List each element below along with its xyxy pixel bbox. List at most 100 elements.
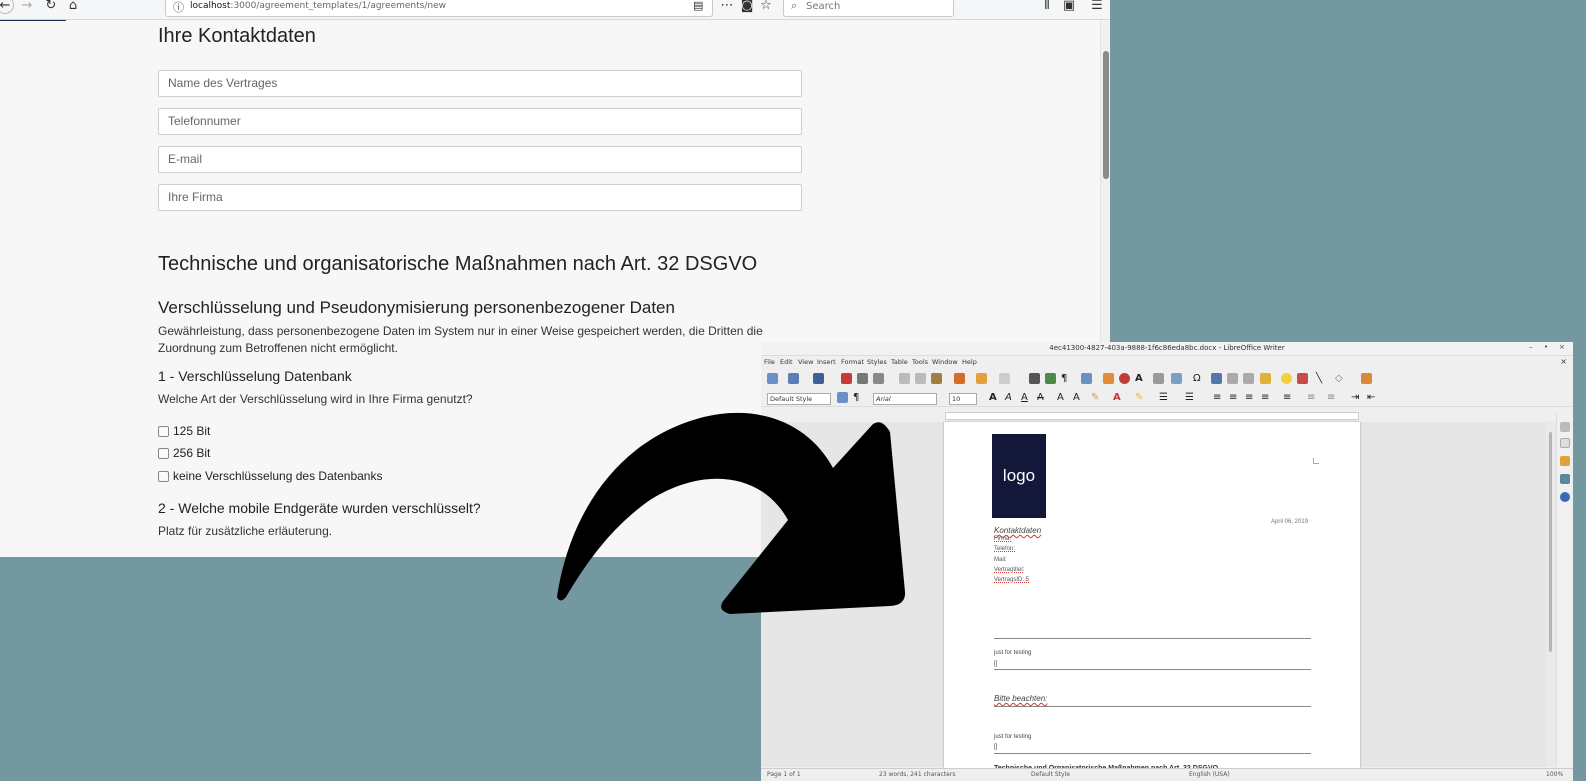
option-125-bit[interactable]: 125 Bit xyxy=(158,424,210,438)
menu-table[interactable]: Table xyxy=(891,358,908,366)
phone-field[interactable]: Telefonnumer xyxy=(158,108,802,135)
line-icon[interactable]: ╲ xyxy=(1316,373,1322,384)
font-name-select[interactable]: Arial xyxy=(873,393,937,405)
align-center-icon[interactable]: ≡ xyxy=(1229,392,1237,403)
page-actions-icon[interactable]: ⋯ xyxy=(720,0,734,14)
document-scrollbar-thumb[interactable] xyxy=(1549,432,1552,652)
spelling-icon[interactable] xyxy=(1045,373,1056,384)
field-icon[interactable] xyxy=(1171,373,1182,384)
forward-icon[interactable]: → xyxy=(20,0,34,14)
table-icon[interactable] xyxy=(1081,373,1092,384)
font-color-icon[interactable]: A xyxy=(1113,392,1121,403)
minimize-icon[interactable]: – xyxy=(1529,343,1533,351)
decrease-indent-icon[interactable]: ⇤ xyxy=(1367,392,1375,403)
library-icon[interactable]: ⫴ xyxy=(1040,0,1054,14)
option-no-encryption[interactable]: keine Verschlüsselung des Datenbanks xyxy=(158,469,382,483)
document-page[interactable]: logo April 06, 2019 Kontaktdaten Firma: … xyxy=(944,422,1360,781)
line-spacing-icon[interactable]: ≡ xyxy=(1283,392,1291,403)
checkbox[interactable] xyxy=(158,471,169,482)
font-size-select[interactable]: 10 xyxy=(949,393,977,405)
save-icon[interactable] xyxy=(813,373,824,384)
highlight-icon[interactable]: ✎ xyxy=(1135,392,1143,403)
underline-icon[interactable]: A xyxy=(1021,392,1028,403)
bookmark-icon[interactable] xyxy=(1260,373,1271,384)
search-input[interactable]: ⌕ Search xyxy=(783,0,954,17)
sidebar-icon[interactable]: ▣ xyxy=(1062,0,1076,14)
status-zoom[interactable]: 100% xyxy=(1546,771,1563,778)
justify-icon[interactable]: ≡ xyxy=(1261,392,1269,403)
decrease-paragraph-spacing-icon[interactable]: ≡ xyxy=(1327,392,1335,403)
undo-icon[interactable] xyxy=(976,373,987,384)
subscript-icon[interactable]: A xyxy=(1073,392,1080,403)
image-icon[interactable] xyxy=(1103,373,1114,384)
reload-icon[interactable]: ↻ xyxy=(44,0,58,14)
status-language[interactable]: English (USA) xyxy=(1189,771,1230,778)
update-style-icon[interactable] xyxy=(837,392,848,403)
draw-functions-icon[interactable] xyxy=(1361,373,1372,384)
menu-tools[interactable]: Tools xyxy=(912,358,928,366)
align-right-icon[interactable]: ≡ xyxy=(1245,392,1253,403)
export-pdf-icon[interactable] xyxy=(841,373,852,384)
option-256-bit[interactable]: 256 Bit xyxy=(158,446,210,460)
menu-edit[interactable]: Edit xyxy=(780,358,793,366)
home-icon[interactable]: ⌂ xyxy=(66,0,80,14)
scrollbar-thumb[interactable] xyxy=(1103,51,1109,179)
footnote-icon[interactable] xyxy=(1227,373,1238,384)
menu-format[interactable]: Format xyxy=(841,358,864,366)
window-close-icon[interactable]: × xyxy=(1559,343,1565,351)
clear-formatting-icon[interactable]: ✎ xyxy=(1091,392,1099,403)
endnote-icon[interactable] xyxy=(1243,373,1254,384)
find-replace-icon[interactable] xyxy=(1029,373,1040,384)
formatting-marks-icon[interactable]: ¶ xyxy=(1061,373,1067,384)
page-break-icon[interactable] xyxy=(1153,373,1164,384)
menu-icon[interactable]: ☰ xyxy=(1090,0,1104,14)
italic-icon[interactable]: A xyxy=(1005,392,1012,403)
open-icon[interactable] xyxy=(788,373,799,384)
copy-icon[interactable] xyxy=(915,373,926,384)
menu-window[interactable]: Window xyxy=(932,358,958,366)
clone-formatting-icon[interactable] xyxy=(954,373,965,384)
special-character-icon[interactable]: Ω xyxy=(1193,373,1201,384)
maximize-icon[interactable]: • xyxy=(1544,343,1548,351)
superscript-icon[interactable]: A xyxy=(1057,392,1064,403)
paste-icon[interactable] xyxy=(931,373,942,384)
document-scrollbar[interactable] xyxy=(1546,422,1556,767)
bookmark-star-icon[interactable]: ☆ xyxy=(759,0,773,14)
url-bar[interactable]: ⓘ localhost:3000/agreement_templates/1/a… xyxy=(165,0,713,17)
basic-shapes-icon[interactable]: ◇ xyxy=(1335,373,1343,384)
close-document-icon[interactable]: × xyxy=(1560,357,1567,366)
align-left-icon[interactable]: ≡ xyxy=(1213,392,1221,403)
redo-icon[interactable] xyxy=(999,373,1010,384)
company-field[interactable]: Ihre Firma xyxy=(158,184,802,211)
url-text[interactable]: localhost:3000/agreement_templates/1/agr… xyxy=(190,1,446,11)
print-icon[interactable] xyxy=(857,373,868,384)
chart-icon[interactable] xyxy=(1119,373,1130,384)
menu-insert[interactable]: Insert xyxy=(817,358,836,366)
email-field[interactable]: E-mail xyxy=(158,146,802,173)
reader-view-icon[interactable]: ▤ xyxy=(693,0,703,12)
paragraph-style-select[interactable]: Default Style xyxy=(767,393,831,405)
new-style-icon[interactable]: ¶ xyxy=(853,392,859,403)
checkbox[interactable] xyxy=(158,426,169,437)
ordered-list-icon[interactable]: ☰ xyxy=(1185,392,1194,403)
bold-icon[interactable]: A xyxy=(989,392,997,403)
back-icon[interactable]: ← xyxy=(0,0,14,14)
increase-indent-icon[interactable]: ⇥ xyxy=(1351,392,1359,403)
menu-help[interactable]: Help xyxy=(962,358,977,366)
hyperlink-icon[interactable] xyxy=(1211,373,1222,384)
pocket-icon[interactable]: ◙ xyxy=(740,0,754,14)
sidebar-properties-icon[interactable] xyxy=(1560,438,1570,448)
unordered-list-icon[interactable]: ☰ xyxy=(1159,392,1168,403)
contract-name-field[interactable]: Name des Vertrages xyxy=(158,70,802,97)
menu-file[interactable]: File xyxy=(764,358,775,366)
cut-icon[interactable] xyxy=(899,373,910,384)
info-icon[interactable]: ⓘ xyxy=(173,0,184,15)
increase-paragraph-spacing-icon[interactable]: ≡ xyxy=(1307,392,1315,403)
new-document-icon[interactable] xyxy=(767,373,778,384)
menu-view[interactable]: View xyxy=(798,358,813,366)
strikethrough-icon[interactable]: A xyxy=(1037,392,1044,403)
sidebar-navigator-icon[interactable] xyxy=(1560,492,1570,502)
sidebar-settings-icon[interactable] xyxy=(1560,422,1570,432)
print-preview-icon[interactable] xyxy=(873,373,884,384)
text-box-icon[interactable]: A xyxy=(1135,373,1143,384)
